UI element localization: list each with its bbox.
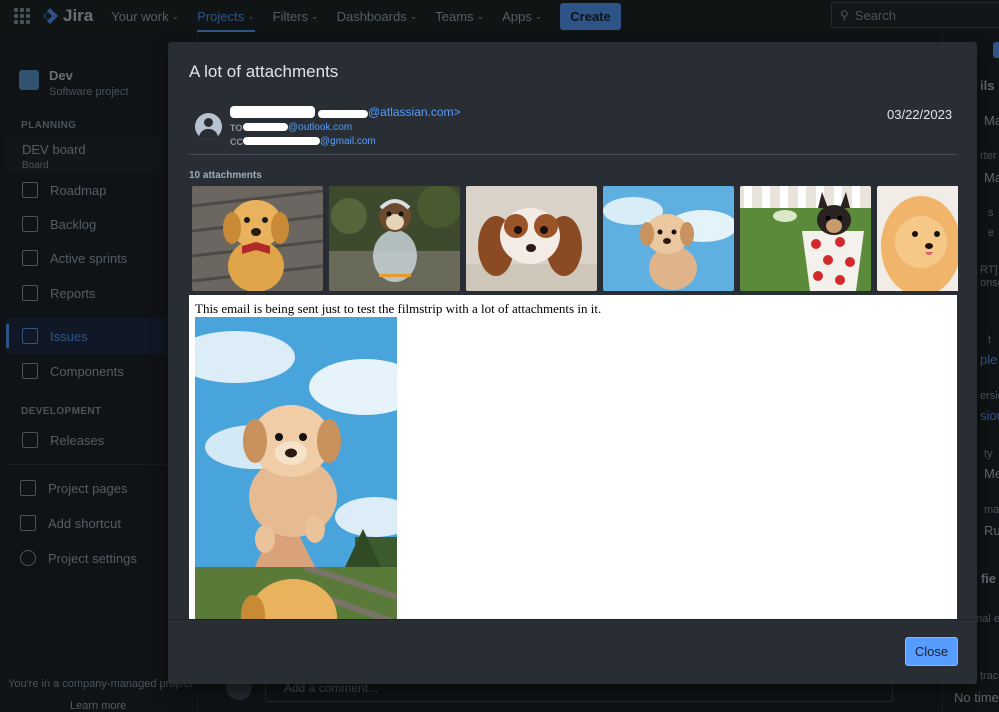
footer-divider: [168, 619, 977, 620]
attachment-thumbnail[interactable]: [329, 186, 460, 291]
attachment-thumbnail[interactable]: [740, 186, 871, 291]
attachment-thumbnail[interactable]: [192, 186, 323, 291]
from-address: @atlassian.com>: [368, 105, 461, 119]
attachment-thumbnail[interactable]: [466, 186, 597, 291]
email-body-text: This email is being sent just to test th…: [195, 301, 602, 316]
header-divider: [189, 154, 957, 155]
inline-image[interactable]: [195, 567, 397, 619]
modal-title: A lot of attachments: [189, 62, 339, 81]
to-label: TO: [230, 123, 243, 133]
redaction: [230, 106, 315, 118]
attachment-filmstrip[interactable]: [192, 186, 958, 291]
email-date: 03/22/2023: [887, 107, 953, 122]
email-preview-modal: A lot of attachments @atlassian.com> TO …: [168, 42, 977, 684]
attachment-thumbnail[interactable]: [877, 186, 958, 291]
close-button[interactable]: Close: [905, 637, 958, 666]
cc-label: CC: [230, 137, 243, 147]
email-body: This email is being sent just to test th…: [189, 295, 957, 619]
redaction: [318, 110, 368, 118]
cc-address: @gmail.com: [320, 136, 376, 147]
attachments-count: 10 attachments: [189, 170, 262, 181]
attachment-thumbnail[interactable]: [603, 186, 734, 291]
inline-image[interactable]: [195, 317, 397, 567]
to-address: @outlook.com: [288, 122, 353, 133]
sender-avatar-icon: [195, 113, 222, 140]
redaction: [243, 137, 320, 145]
redaction: [243, 123, 288, 131]
